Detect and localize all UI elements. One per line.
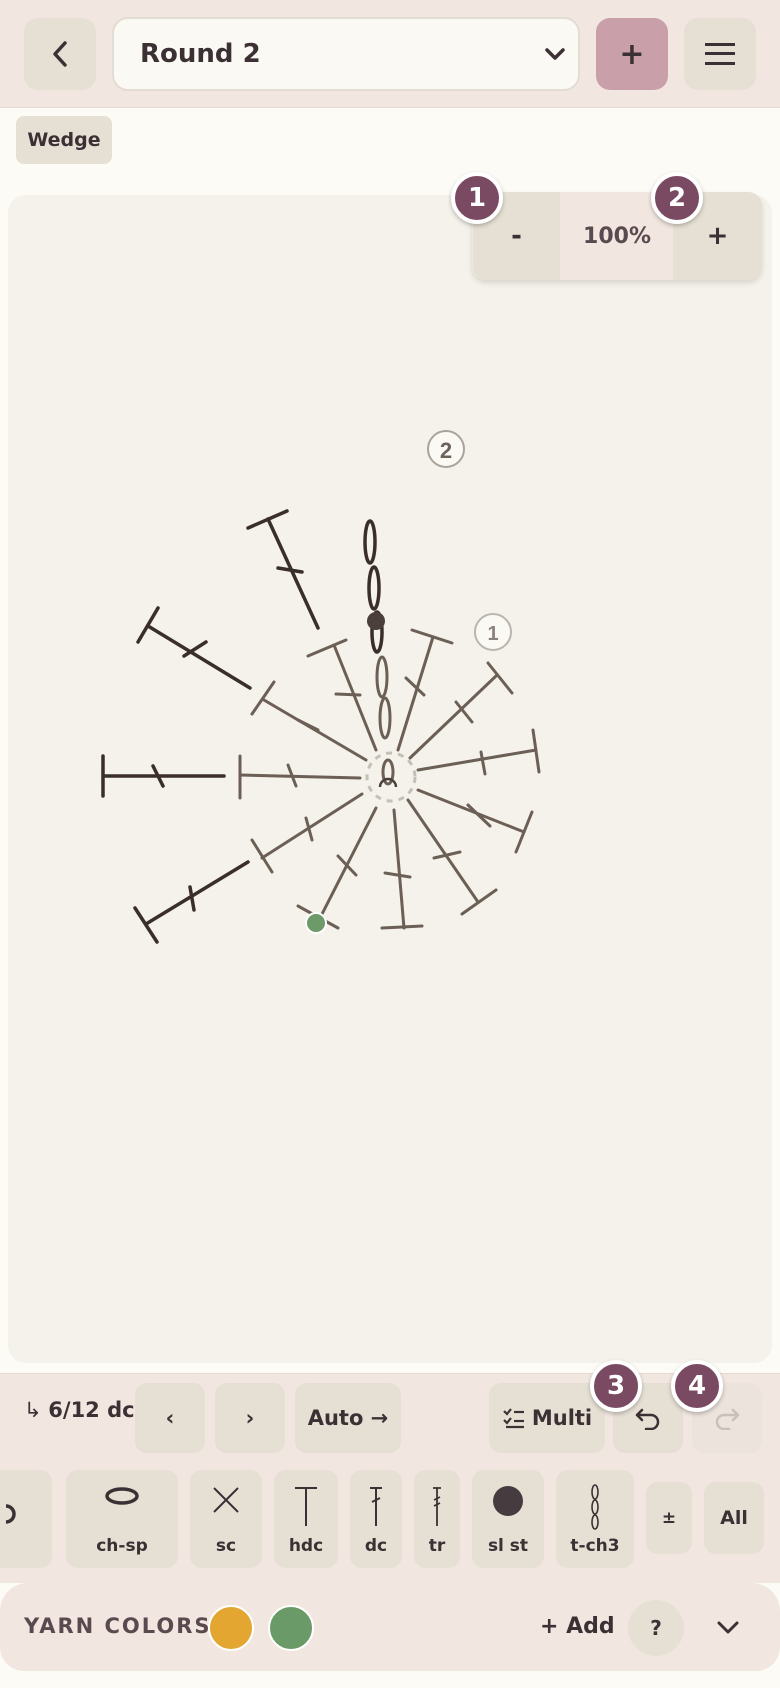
- multi-label: Multi: [531, 1406, 593, 1430]
- crochet-chart: 2 1: [101, 430, 541, 944]
- help-button[interactable]: ?: [628, 1600, 684, 1656]
- add-yarn-button[interactable]: + Add: [540, 1614, 615, 1639]
- menu-button[interactable]: [684, 18, 756, 90]
- yarn-swatch-2[interactable]: [268, 1605, 314, 1651]
- stitch-button-t-ch3[interactable]: t-ch3: [556, 1470, 634, 1568]
- t-icon: [295, 1487, 317, 1526]
- slip-stitch-dot: [367, 612, 385, 630]
- collapse-yarn-button[interactable]: [712, 1612, 744, 1644]
- yarn-swatch-1[interactable]: [208, 1605, 254, 1651]
- oval-icon: [5, 1504, 16, 1524]
- stitch-button-ch-sp[interactable]: ch-sp: [66, 1470, 178, 1568]
- round-2-marker-label: 2: [440, 438, 452, 463]
- back-button[interactable]: [24, 18, 96, 90]
- stitch-label: hdc: [288, 1536, 324, 1556]
- chevron-down-icon: [717, 1621, 739, 1634]
- progress-arrow-icon: ↳: [24, 1398, 49, 1422]
- hamburger-icon: [705, 43, 735, 65]
- next-stitch-button[interactable]: ›: [215, 1383, 285, 1453]
- oval-icon: [105, 1487, 139, 1505]
- undo-icon: [635, 1408, 660, 1430]
- tr-icon: [433, 1487, 441, 1526]
- stitch-button-dc[interactable]: dc: [350, 1470, 402, 1568]
- round-select[interactable]: Round 2: [112, 17, 580, 91]
- chart-canvas[interactable]: 2 1: [8, 195, 772, 1363]
- hint-badge-1: 1: [451, 172, 503, 224]
- redo-icon: [715, 1408, 740, 1430]
- chevron-down-icon: [545, 48, 565, 60]
- stitch-label: tr: [428, 1536, 446, 1556]
- zoom-level: 100%: [583, 223, 651, 249]
- round-2-stitches: [101, 509, 320, 944]
- all-stitches-button[interactable]: All: [704, 1482, 764, 1554]
- round-1-marker-label: 1: [487, 623, 498, 645]
- stitch-button-partial[interactable]: [0, 1470, 52, 1568]
- stitch-label: dc: [364, 1536, 388, 1556]
- chevron-left-icon: [53, 41, 67, 67]
- stitch-button-hdc[interactable]: hdc: [274, 1470, 338, 1568]
- stitch-label: sl st: [487, 1536, 529, 1556]
- stitch-button-tr[interactable]: tr: [414, 1470, 460, 1568]
- round-select-value: Round 2: [140, 39, 261, 69]
- wedge-mode-chip[interactable]: Wedge: [16, 116, 112, 164]
- checklist-icon: [503, 1408, 524, 1429]
- current-stitch-dot: [305, 912, 327, 934]
- multi-select-button[interactable]: Multi: [489, 1383, 605, 1453]
- add-round-button[interactable]: +: [596, 18, 668, 90]
- stitch-progress: ↳ 6/12 dc: [24, 1398, 135, 1422]
- stitch-label: sc: [215, 1536, 237, 1556]
- auto-advance-button[interactable]: Auto →: [295, 1383, 401, 1453]
- x-icon: [213, 1487, 239, 1513]
- dc-icon: [370, 1487, 382, 1526]
- stitch-button-sc[interactable]: sc: [190, 1470, 262, 1568]
- increase-decrease-button[interactable]: ±: [646, 1482, 692, 1554]
- stitch-label: t-ch3: [570, 1536, 620, 1556]
- stitch-button-sl-st[interactable]: sl st: [472, 1470, 544, 1568]
- yarn-colors-title: YARN COLORS: [24, 1614, 212, 1638]
- hint-badge-3: 3: [590, 1360, 642, 1412]
- hint-badge-4: 4: [671, 1360, 723, 1412]
- stitch-label: ch-sp: [96, 1536, 148, 1556]
- chain-icon: [591, 1484, 599, 1530]
- progress-text: 6/12 dc: [48, 1398, 135, 1422]
- turning-chain: [363, 519, 384, 654]
- prev-stitch-button[interactable]: ‹: [135, 1383, 205, 1453]
- dot-icon: [493, 1486, 523, 1516]
- hint-badge-2: 2: [651, 172, 703, 224]
